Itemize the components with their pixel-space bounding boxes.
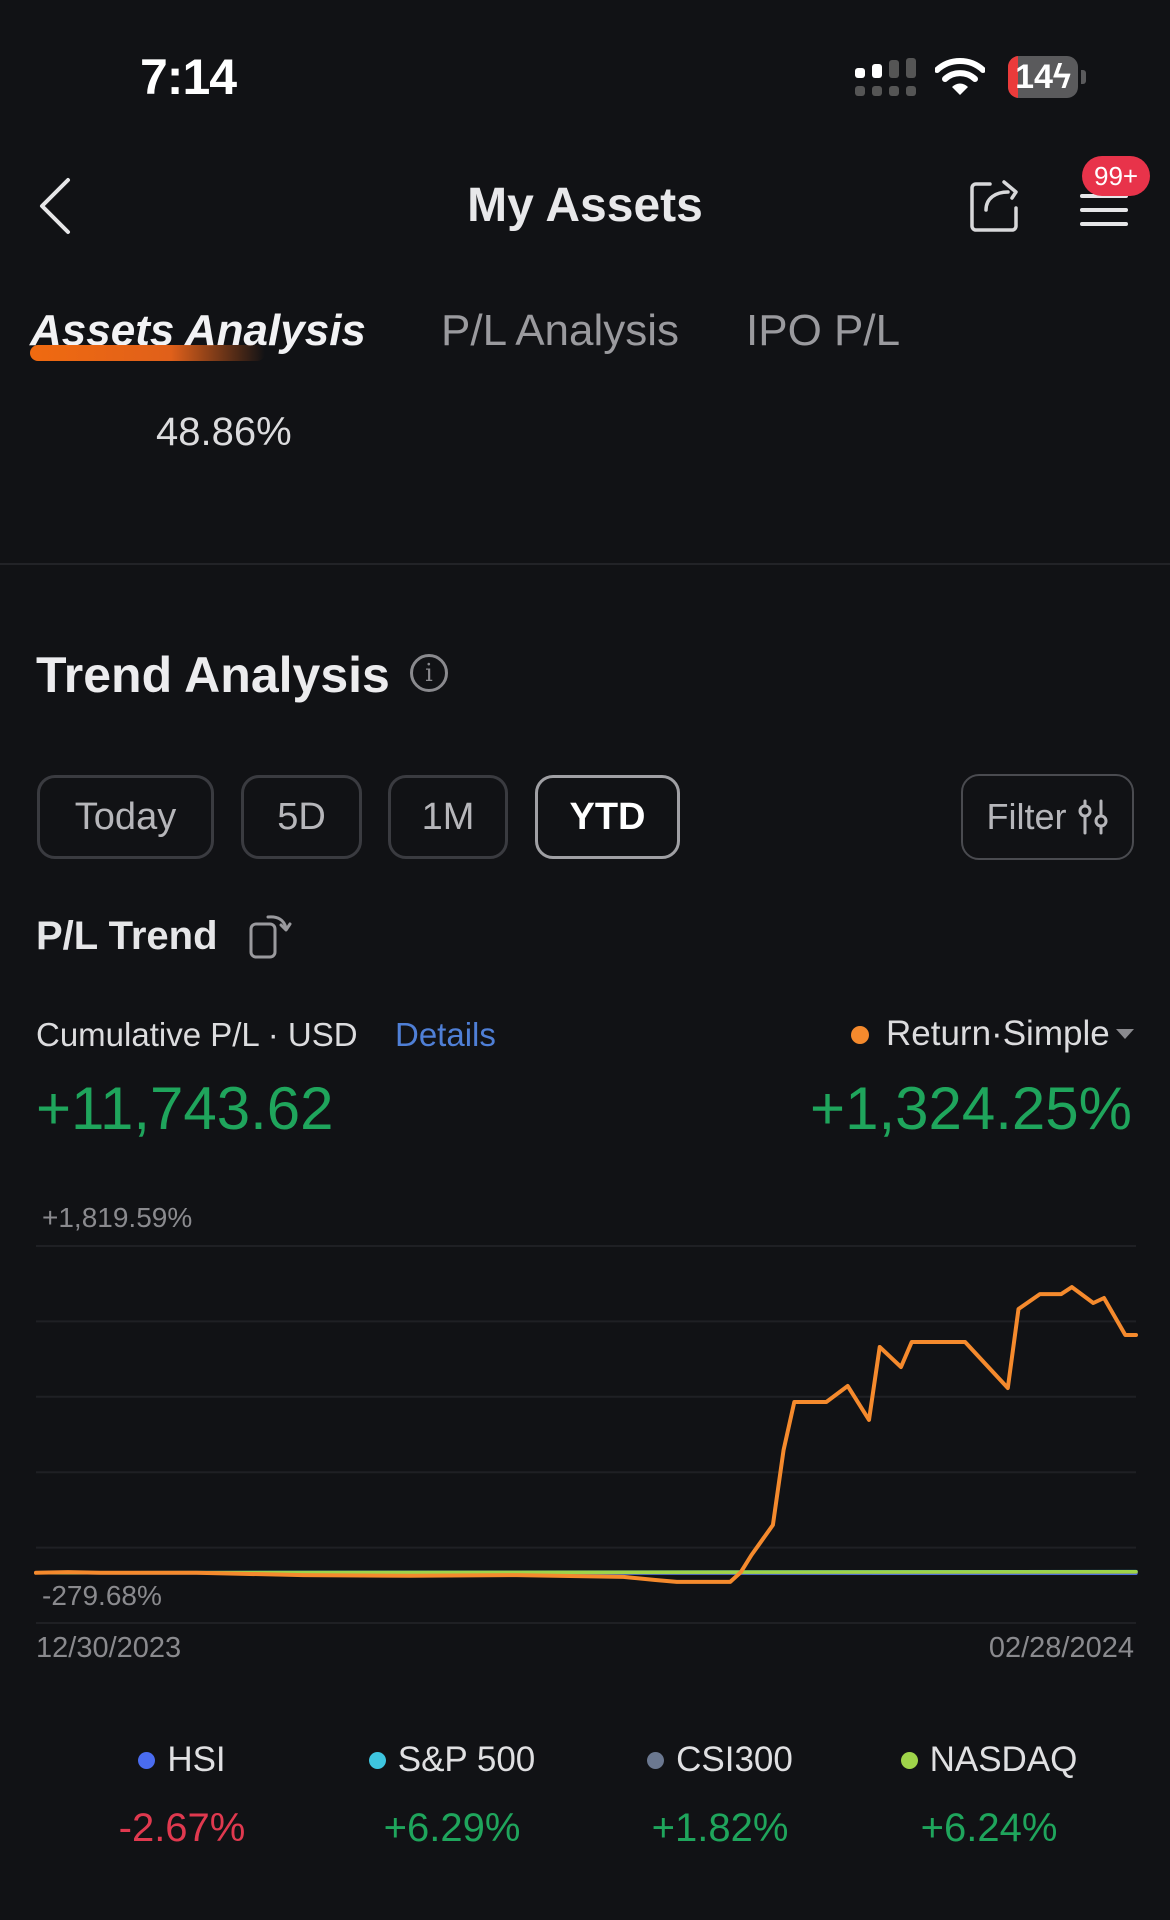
filter-button[interactable]: Filter: [961, 774, 1134, 860]
series-line-hsi: [34, 1571, 1138, 1576]
menu-icon[interactable]: [1080, 190, 1128, 230]
period-1m-button[interactable]: 1M: [388, 775, 508, 859]
legend-value: +6.29%: [383, 1806, 521, 1850]
notification-badge: 99+: [1082, 156, 1151, 196]
legend-dot: [900, 1751, 918, 1769]
tab-ipo-pl[interactable]: IPO P/L: [746, 306, 900, 356]
legend-value: +6.24%: [920, 1806, 1058, 1850]
return-series-dot: [851, 1026, 869, 1044]
legend-value: -2.67%: [118, 1806, 246, 1850]
sliders-icon: [1078, 799, 1107, 835]
period-today-button[interactable]: Today: [37, 775, 214, 859]
series-line-my-return: [34, 1285, 1138, 1584]
trend-analysis-heading: Trend Analysis: [36, 647, 390, 703]
rotate-landscape-icon[interactable]: [248, 912, 292, 960]
wifi-icon: [935, 58, 985, 95]
assets-percent: 48.86%: [156, 410, 292, 454]
legend-value: +1.82%: [651, 1806, 789, 1850]
battery-icon: 14ϟ: [1008, 56, 1078, 98]
pl-trend-heading: P/L Trend: [36, 914, 218, 958]
series-line-s-p-500: [34, 1569, 1138, 1575]
period-ytd-button[interactable]: YTD: [535, 775, 680, 859]
return-value: +1,324.25%: [810, 1075, 1132, 1142]
legend-dot: [647, 1751, 665, 1769]
y-axis-max-label: +1,819.59%: [42, 1202, 193, 1233]
filter-label: Filter: [986, 796, 1067, 837]
active-tab-indicator: [30, 345, 265, 361]
battery-tip: [1081, 70, 1086, 84]
section-divider: [0, 563, 1170, 565]
share-icon[interactable]: [968, 178, 1024, 234]
x-axis-end-label: 02/28/2024: [988, 1632, 1134, 1664]
status-time: 7:14: [140, 49, 237, 105]
legend-item-csi300[interactable]: CSI300 +1.82%: [590, 1740, 850, 1851]
caret-down-icon[interactable]: [1116, 1029, 1134, 1039]
legend-item-sp500[interactable]: S&P 500 +6.29%: [322, 1740, 582, 1851]
cumulative-pl-value: +11,743.62: [36, 1075, 334, 1142]
info-icon[interactable]: i: [410, 654, 448, 692]
cumulative-pl-label: Cumulative P/L · USD: [36, 1016, 358, 1053]
cellular-signal-icon: [855, 58, 916, 96]
battery-percent: 14ϟ: [1015, 58, 1071, 96]
return-type-selector[interactable]: Return·Simple: [886, 1014, 1110, 1054]
period-5d-button[interactable]: 5D: [241, 775, 362, 859]
legend-dot: [368, 1751, 386, 1769]
x-axis-start-label: 12/30/2023: [36, 1632, 182, 1664]
tab-pl-analysis[interactable]: P/L Analysis: [441, 306, 679, 356]
legend-item-nasdaq[interactable]: NASDAQ +6.24%: [859, 1740, 1119, 1851]
legend-dot: [138, 1751, 156, 1769]
series-line-nasdaq: [34, 1569, 1138, 1575]
details-link[interactable]: Details: [395, 1016, 496, 1054]
legend-item-hsi[interactable]: HSI -2.67%: [52, 1740, 312, 1851]
y-axis-min-label: -279.68%: [42, 1580, 162, 1611]
